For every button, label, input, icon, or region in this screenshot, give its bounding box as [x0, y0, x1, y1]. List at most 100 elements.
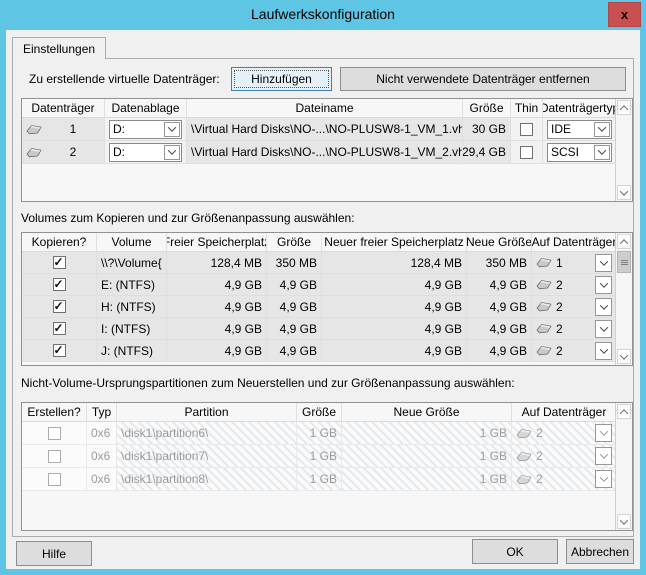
scroll-down-icon[interactable]: [617, 514, 631, 529]
free-space-cell: 4,9 GB: [167, 296, 267, 318]
copy-checkbox[interactable]: [53, 300, 66, 313]
create-checkbox[interactable]: [48, 427, 61, 440]
new-free-space-cell: 4,9 GB: [322, 340, 467, 362]
table-row: E: (NTFS) 4,9 GB 4,9 GB 4,9 GB 4,9 GB 2: [22, 274, 617, 296]
disk-type-select[interactable]: IDE: [547, 120, 612, 139]
header-dateiname: Dateiname: [187, 99, 463, 118]
chevron-down-icon[interactable]: [595, 342, 612, 360]
size-cell: 1 GB: [297, 422, 342, 445]
copy-cell: [22, 296, 97, 318]
table-row: I: (NTFS) 4,9 GB 4,9 GB 4,9 GB 4,9 GB 2: [22, 318, 617, 340]
chevron-down-icon[interactable]: [595, 298, 612, 316]
disks-table-scrollbar[interactable]: [615, 99, 632, 201]
copy-cell: [22, 340, 97, 362]
close-button[interactable]: x: [608, 2, 641, 27]
header-erstellen: Erstellen?: [22, 403, 87, 422]
chevron-down-icon[interactable]: [594, 145, 610, 160]
disk-type-cell: IDE: [543, 118, 617, 141]
tab-panel: Zu erstellende virtuelle Datenträger: Hi…: [12, 58, 634, 537]
copy-checkbox[interactable]: [53, 344, 66, 357]
free-space-cell: 4,9 GB: [167, 274, 267, 296]
chevron-down-icon[interactable]: [595, 276, 612, 294]
new-free-space-cell: 4,9 GB: [322, 296, 467, 318]
thin-checkbox[interactable]: [520, 146, 533, 159]
chevron-down-icon[interactable]: [595, 254, 612, 272]
add-disk-button[interactable]: Hinzufügen: [231, 67, 332, 91]
partitions-table-header: Erstellen? Typ Partition Größe Neue Größ…: [22, 403, 617, 422]
chevron-down-icon[interactable]: [164, 122, 180, 137]
header-datenablage: Datenablage: [105, 99, 187, 118]
disk-icon: [26, 147, 42, 158]
remove-unused-disks-button[interactable]: Nicht verwendete Datenträger entfernen: [340, 67, 626, 91]
target-disk-number: 2: [536, 472, 595, 486]
size-cell: 30 GB: [463, 118, 511, 141]
disk-number: 2: [46, 145, 100, 159]
size-cell: 4,9 GB: [267, 274, 322, 296]
disks-section-label: Zu erstellende virtuelle Datenträger:: [29, 72, 220, 86]
ok-button[interactable]: OK: [472, 539, 558, 564]
header-neue-groesse: Neue Größe: [342, 403, 512, 422]
size-cell: 4,9 GB: [267, 340, 322, 362]
size-cell: 29,4 GB: [463, 141, 511, 164]
scroll-up-icon[interactable]: [617, 100, 631, 115]
header-freier-speicherplatz: Freier Speicherplatz: [167, 233, 267, 252]
cancel-button[interactable]: Abbrechen: [566, 539, 634, 564]
scroll-down-icon[interactable]: [617, 185, 631, 200]
chevron-down-icon[interactable]: [595, 447, 612, 465]
partitions-table-scrollbar[interactable]: [615, 403, 632, 530]
help-button[interactable]: Hilfe: [16, 541, 92, 566]
storage-cell: D:: [105, 141, 187, 164]
volumes-table-header: Kopieren? Volume Freier Speicherplatz Gr…: [22, 233, 617, 252]
thin-checkbox[interactable]: [520, 123, 533, 136]
new-size-cell: 4,9 GB: [467, 318, 532, 340]
target-disk-cell: 2: [532, 274, 617, 296]
chevron-down-icon[interactable]: [595, 320, 612, 338]
size-cell: 1 GB: [297, 445, 342, 468]
create-checkbox[interactable]: [48, 473, 61, 486]
volume-cell: \\?\Volume{: [97, 252, 167, 274]
storage-select[interactable]: D:: [109, 143, 182, 162]
table-row: 1 D: \Virtual Hard Disks\NO-...\NO-PLUSW…: [22, 118, 617, 141]
target-disk-cell: 2: [532, 340, 617, 362]
chevron-down-icon[interactable]: [164, 145, 180, 160]
scroll-up-icon[interactable]: [617, 234, 631, 249]
disk-icon: [516, 451, 532, 462]
copy-checkbox[interactable]: [53, 256, 66, 269]
chevron-down-icon[interactable]: [595, 424, 612, 442]
disk-icon: [536, 257, 552, 268]
chevron-down-icon[interactable]: [594, 122, 610, 137]
disk-type-cell: SCSI: [543, 141, 617, 164]
partition-cell: \disk1\partition6\: [117, 422, 297, 445]
copy-cell: [22, 274, 97, 296]
new-size-cell: 4,9 GB: [467, 296, 532, 318]
disk-icon: [516, 474, 532, 485]
chevron-down-icon[interactable]: [595, 470, 612, 488]
target-disk-number: 2: [536, 426, 595, 440]
new-free-space-cell: 4,9 GB: [322, 274, 467, 296]
tab-label: Einstellungen: [23, 42, 95, 56]
create-cell: [22, 422, 87, 445]
dialog-title: Laufwerkskonfiguration: [0, 6, 646, 22]
free-space-cell: 4,9 GB: [167, 340, 267, 362]
copy-checkbox[interactable]: [53, 322, 66, 335]
copy-checkbox[interactable]: [53, 278, 66, 291]
volume-cell: H: (NTFS): [97, 296, 167, 318]
disk-type-select[interactable]: SCSI: [547, 143, 612, 162]
volumes-table-scrollbar[interactable]: [615, 233, 632, 365]
header-kopieren: Kopieren?: [22, 233, 97, 252]
new-size-cell: 4,9 GB: [467, 274, 532, 296]
storage-cell: D:: [105, 118, 187, 141]
scrollbar-thumb[interactable]: [617, 251, 631, 273]
scroll-down-icon[interactable]: [617, 349, 631, 364]
new-size-cell: 1 GB: [342, 445, 512, 468]
target-disk-cell: 1: [532, 252, 617, 274]
create-checkbox[interactable]: [48, 450, 61, 463]
table-row: 0x6 \disk1\partition6\ 1 GB 1 GB 2: [22, 422, 617, 445]
disk-icon: [516, 428, 532, 439]
disk-number: 1: [46, 122, 100, 136]
table-row: H: (NTFS) 4,9 GB 4,9 GB 4,9 GB 4,9 GB 2: [22, 296, 617, 318]
target-disk-cell: 2: [532, 296, 617, 318]
storage-select[interactable]: D:: [109, 120, 182, 139]
tab-einstellungen[interactable]: Einstellungen: [12, 37, 106, 59]
scroll-up-icon[interactable]: [617, 404, 631, 419]
